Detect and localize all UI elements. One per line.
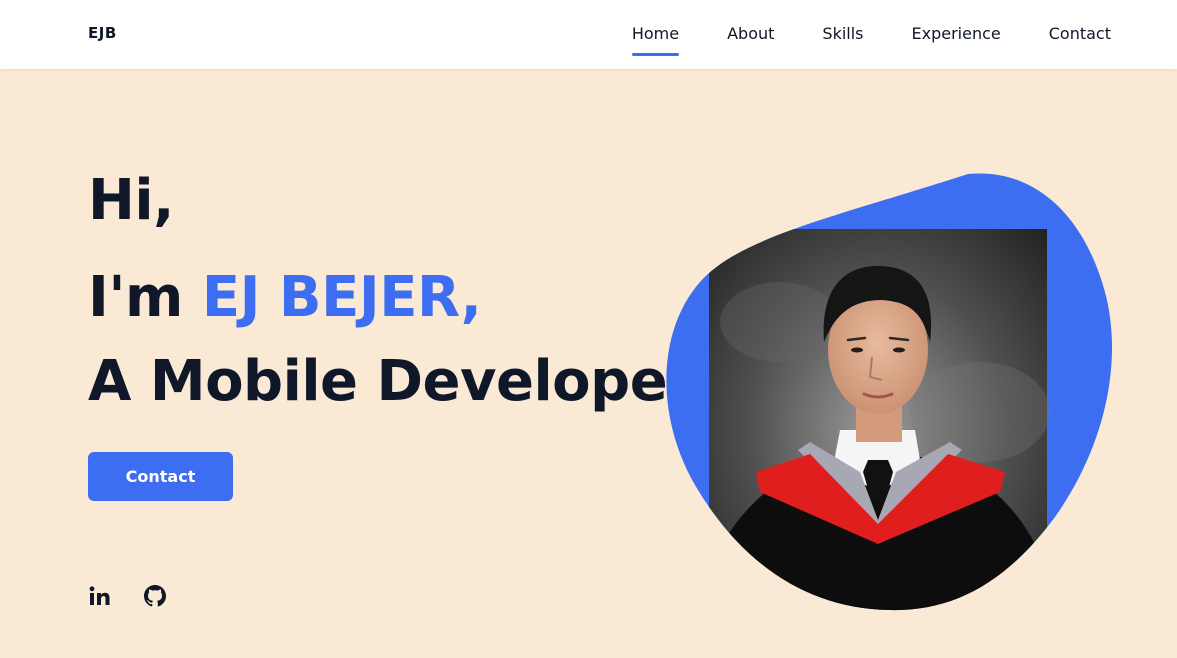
navbar: EJB Home About Skills Experience Contact bbox=[0, 0, 1177, 69]
logo[interactable]: EJB bbox=[88, 24, 117, 42]
github-link[interactable] bbox=[144, 584, 166, 608]
hero-role: A Mobile Developer bbox=[88, 349, 695, 414]
nav-menu: Home About Skills Experience Contact bbox=[584, 0, 1111, 69]
hero-intro: I'm EJ BEJER, bbox=[88, 256, 694, 340]
hero-greeting: Hi, bbox=[88, 168, 174, 233]
nav-item-skills[interactable]: Skills bbox=[822, 0, 863, 69]
hero-heading: Hi, I'm EJ BEJER, A Mobile Developer bbox=[88, 168, 695, 424]
contact-button[interactable]: Contact bbox=[88, 452, 233, 501]
hero-intro-prefix: I'm bbox=[88, 265, 202, 330]
nav-item-home[interactable]: Home bbox=[631, 0, 680, 69]
social-links bbox=[88, 584, 166, 608]
nav-item-about[interactable]: About bbox=[727, 0, 774, 69]
nav-item-contact[interactable]: Contact bbox=[1049, 0, 1111, 69]
linkedin-icon bbox=[89, 586, 109, 605]
profile-image-blob bbox=[660, 172, 1115, 612]
profile-photo bbox=[666, 173, 1113, 611]
github-icon bbox=[144, 585, 166, 607]
nav-item-experience[interactable]: Experience bbox=[912, 0, 1001, 69]
linkedin-link[interactable] bbox=[88, 584, 110, 608]
hero-name: EJ BEJER, bbox=[201, 265, 482, 330]
